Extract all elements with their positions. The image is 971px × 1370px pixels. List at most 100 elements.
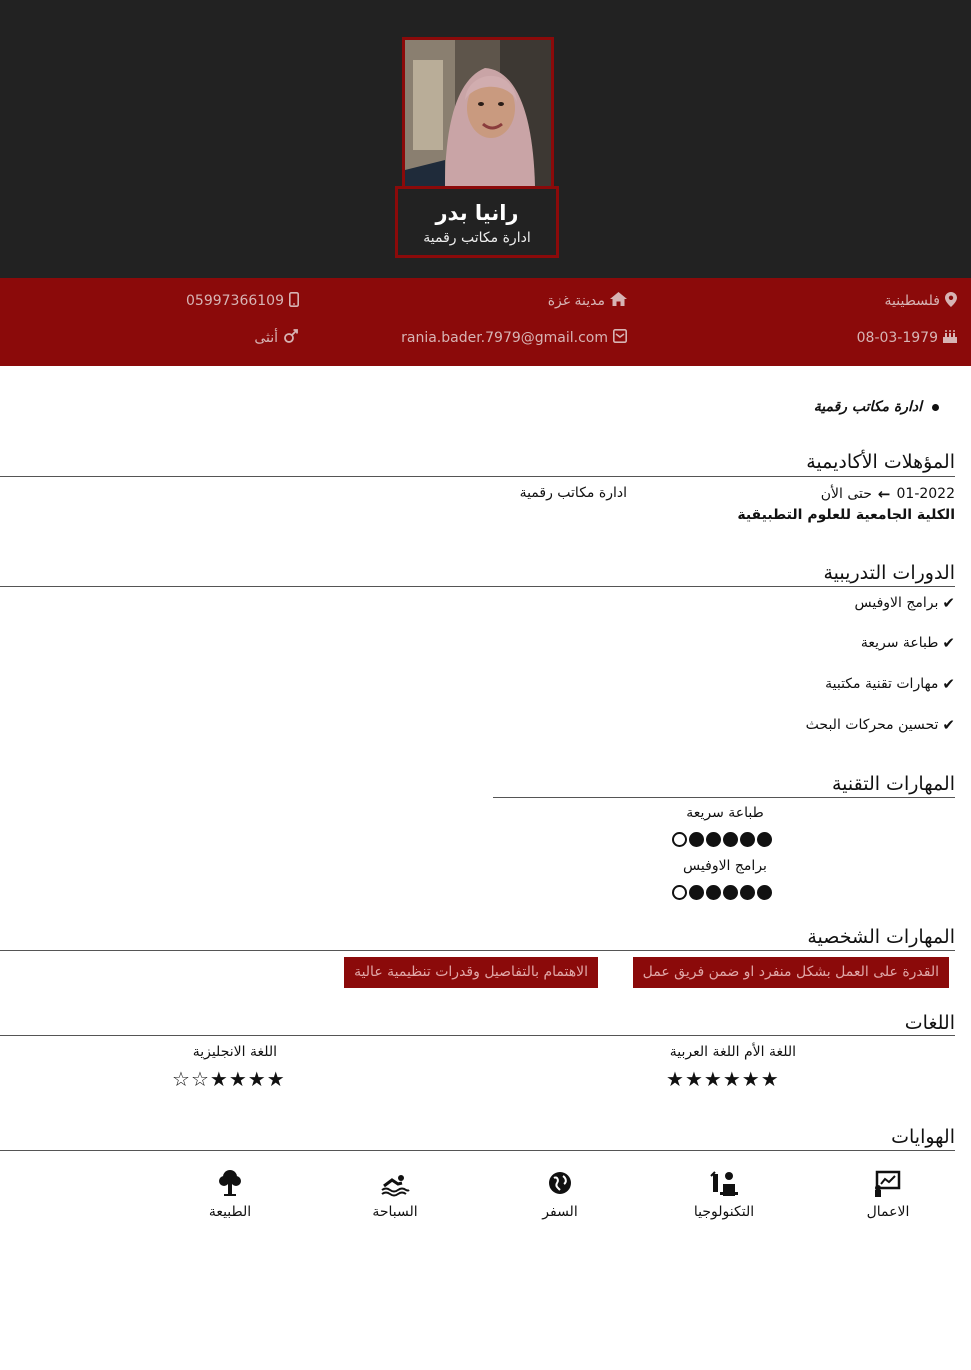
course-item: ✔ طباعة سريعة: [861, 634, 955, 652]
email-info[interactable]: rania.bader.7979@gmail.com: [401, 329, 627, 346]
education-major: ادارة مكاتب رقمية: [519, 485, 627, 501]
tech-skills-heading: المهارات التقنية: [831, 773, 955, 795]
objective-item: ادارة مكاتب رقمية: [814, 399, 939, 415]
education-end: حتى الأن: [820, 486, 872, 502]
rating-dot: [672, 832, 687, 847]
rating-dot: [757, 885, 772, 900]
business-icon: [828, 1168, 948, 1200]
course-text: مهارات تقنية مكتبية: [825, 676, 939, 692]
rating-dot: [723, 885, 738, 900]
map-marker-icon: [945, 292, 957, 310]
personal-skills-rule: [0, 950, 955, 951]
rating-dot: [723, 832, 738, 847]
job-title: ادارة مكاتب رقمية: [423, 230, 531, 246]
star-filled-icon: ★: [266, 1067, 285, 1091]
country-info: فلسطينية: [885, 292, 957, 310]
mobile-phone-icon: [289, 292, 299, 310]
travel-icon: [500, 1168, 620, 1200]
languages-rule: [0, 1035, 955, 1036]
birthday-cake-icon: [943, 329, 957, 346]
hobby-item: السباحة: [335, 1168, 455, 1220]
rating-dot: [706, 832, 721, 847]
personal-skill-tag: الاهتمام بالتفاصيل وقدرات تنظيمية عالية: [344, 957, 598, 988]
gender-icon: [283, 329, 299, 347]
language-rating: ☆ ☆ ★ ★ ★ ★: [172, 1069, 285, 1089]
education-dates: 01-2022 ← حتى الأن: [821, 485, 955, 503]
tech-skill-name: طباعة سريعة: [686, 805, 764, 821]
hobby-item: الطبيعة: [170, 1168, 290, 1220]
star-filled-icon: ★: [684, 1067, 703, 1091]
city-text: مدينة غزة: [547, 292, 605, 309]
profile-photo: [402, 37, 554, 189]
hobby-label: السباحة: [372, 1204, 418, 1220]
envelope-icon: [613, 329, 627, 346]
name-box: رانيا بدر ادارة مكاتب رقمية: [395, 186, 559, 258]
technology-icon: [664, 1168, 784, 1200]
star-filled-icon: ★: [722, 1067, 741, 1091]
courses-rule: [0, 586, 955, 587]
birthdate-info: 08-03-1979: [857, 329, 957, 346]
language-name: اللغة الأم اللغة العربية: [669, 1044, 796, 1060]
country-text: فلسطينية: [884, 293, 940, 309]
hobby-label: السفر: [542, 1204, 578, 1220]
hobby-label: الاعمال: [866, 1204, 910, 1220]
personal-skill-tag: القدرة على العمل بشكل منفرد او ضمن فريق …: [632, 957, 949, 988]
full-name: رانيا بدر: [435, 201, 519, 225]
skill-rating: [672, 885, 772, 900]
nature-icon: [170, 1168, 290, 1200]
hobby-label: التكنولوجيا: [693, 1204, 755, 1220]
course-item: ✔ مهارات تقنية مكتبية: [825, 675, 955, 693]
check-icon: ✔: [942, 716, 955, 734]
course-text: برامج الاوفيس: [854, 595, 939, 611]
rating-dot: [740, 832, 755, 847]
language-name: اللغة الانجليزية: [192, 1044, 277, 1060]
bullet-dot: [932, 403, 939, 411]
personal-skills-heading: المهارات الشخصية: [807, 926, 955, 948]
star-filled-icon: ★: [741, 1067, 760, 1091]
home-icon: [610, 292, 627, 309]
star-filled-icon: ★: [228, 1067, 247, 1091]
check-icon: ✔: [942, 594, 955, 612]
gender-text: أنثى: [254, 330, 278, 346]
objective-text: ادارة مكاتب رقمية: [813, 399, 922, 415]
hobby-item: الاعمال: [828, 1168, 948, 1220]
education-start: 01-2022: [896, 486, 956, 502]
star-filled-icon: ★: [209, 1067, 228, 1091]
rating-dot: [689, 885, 704, 900]
hobbies-heading: الهوايات: [891, 1126, 955, 1148]
education-heading: المؤهلات الأكاديمية: [806, 451, 955, 473]
hobby-item: التكنولوجيا: [664, 1168, 784, 1220]
contact-bar: فلسطينية مدينة غزة 05997366109 08-03-197…: [0, 278, 971, 366]
star-filled-icon: ★: [666, 1067, 684, 1091]
courses-heading: الدورات التدريبية: [823, 562, 956, 584]
rating-dot: [740, 885, 755, 900]
course-text: طباعة سريعة: [860, 635, 939, 651]
hobby-item: السفر: [500, 1168, 620, 1220]
star-filled-icon: ★: [760, 1067, 779, 1091]
rating-dot: [757, 832, 772, 847]
swimming-icon: [335, 1168, 455, 1200]
language-rating: ★ ★ ★ ★ ★ ★: [666, 1069, 779, 1089]
city-info: مدينة غزة: [548, 292, 627, 309]
skill-rating: [672, 832, 772, 847]
languages-heading: اللغات: [904, 1012, 955, 1034]
hobbies-rule: [0, 1150, 955, 1151]
profile-header: رانيا بدر ادارة مكاتب رقمية: [0, 0, 971, 278]
rating-dot: [672, 885, 687, 900]
gender-info: أنثى: [254, 329, 299, 347]
phone-text: 05997366109: [186, 293, 284, 309]
star-empty-icon: ☆: [172, 1067, 190, 1091]
birthdate-text: 08-03-1979: [856, 329, 938, 346]
tech-skills-rule: [493, 797, 955, 798]
course-text: تحسين محركات البحث: [805, 717, 939, 733]
tech-skill-name: برامج الاوفيس: [683, 858, 767, 874]
star-empty-icon: ☆: [190, 1067, 209, 1091]
phone-info[interactable]: 05997366109: [186, 292, 299, 310]
email-text: rania.bader.7979@gmail.com: [401, 329, 608, 346]
course-item: ✔ تحسين محركات البحث: [806, 716, 955, 734]
rating-dot: [706, 885, 721, 900]
star-filled-icon: ★: [703, 1067, 722, 1091]
arrow-left-icon: ←: [877, 485, 891, 503]
check-icon: ✔: [942, 675, 955, 693]
star-filled-icon: ★: [247, 1067, 266, 1091]
